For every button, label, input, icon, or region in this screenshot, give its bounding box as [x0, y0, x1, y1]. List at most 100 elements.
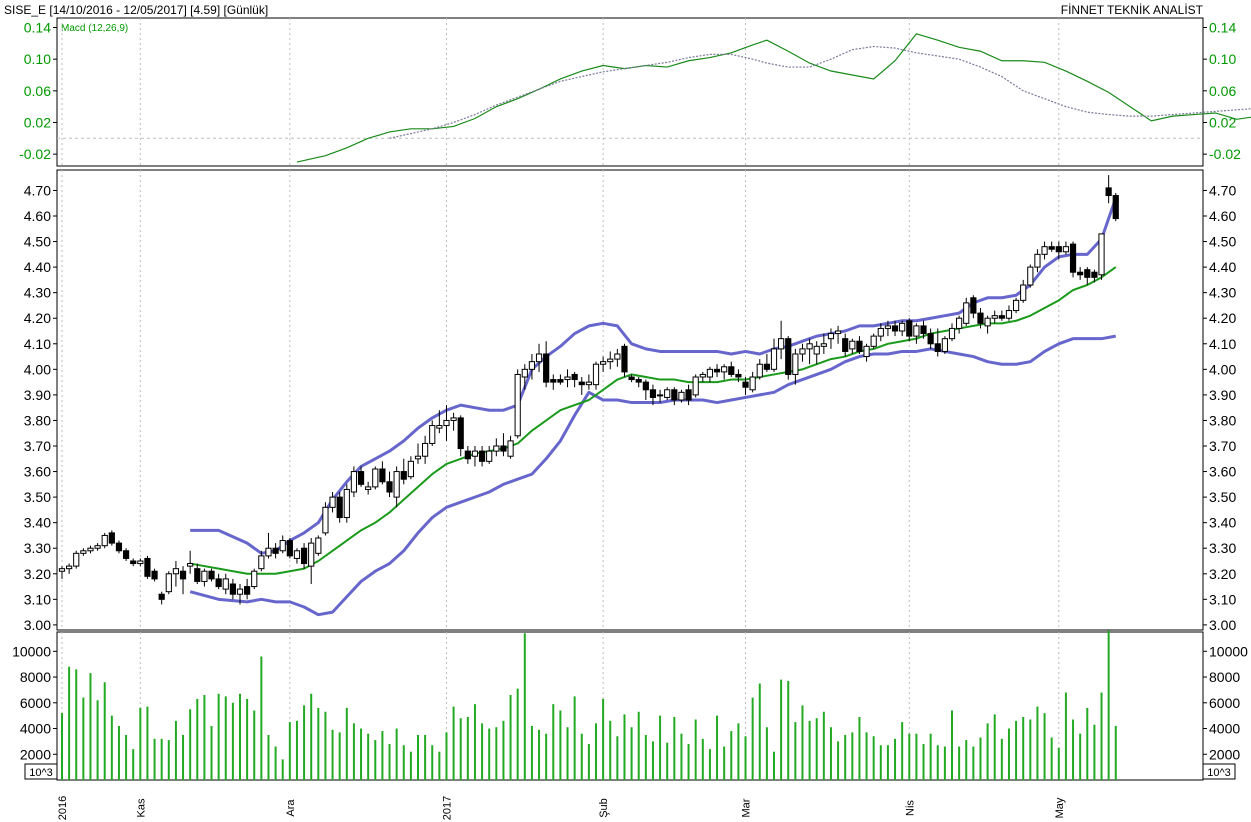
macd-ytick-left: 0.10 [24, 51, 51, 67]
candle-body [699, 373, 706, 378]
candle-body [813, 345, 820, 355]
price-ytick-left: 3.90 [24, 387, 51, 403]
candle-body [244, 586, 251, 595]
price-ytick-right: 3.80 [1209, 412, 1236, 428]
candle-body [991, 315, 998, 319]
candle-body [948, 327, 956, 340]
candle-body [343, 488, 350, 519]
macd-series-signal [389, 45, 1251, 139]
candle-body [635, 379, 642, 383]
candle-body [179, 570, 187, 580]
macd-ytick-right: -0.02 [1209, 146, 1241, 162]
candle-body [649, 389, 657, 398]
volume-ytick-left: 8000 [20, 669, 51, 685]
candle-body [1091, 271, 1098, 278]
candle-body [984, 317, 991, 327]
volume-unit-left: 10^3 [29, 767, 53, 779]
price-ytick-right: 3.20 [1209, 566, 1236, 582]
candle-body [849, 340, 856, 350]
candle-body [742, 381, 749, 388]
candle-body [842, 338, 849, 352]
candle-body [1062, 246, 1070, 253]
candle-body [1034, 253, 1041, 268]
price-ytick-left: 3.70 [24, 438, 51, 454]
candle-body [251, 570, 258, 588]
candle-body [1020, 284, 1027, 301]
date-label: May [1054, 797, 1066, 818]
price-ytick-left: 3.80 [24, 412, 51, 428]
volume-ytick-right: 4000 [1209, 721, 1240, 737]
candle-body [671, 389, 678, 401]
candle-body [58, 568, 66, 572]
date-label: 2016 [57, 796, 69, 820]
candle-body [372, 468, 379, 488]
price-ytick-right: 4.60 [1209, 208, 1236, 224]
date-label: Şub [598, 798, 610, 818]
candle-body [336, 496, 343, 519]
chart-svg: SISE_E [14/10/2016 - 12/05/2017] [4.59] … [4, 3, 1251, 820]
candle-body [664, 389, 671, 398]
macd-ytick-right: 0.02 [1209, 114, 1236, 130]
macd-ytick-left: -0.02 [19, 146, 51, 162]
candle-body [94, 545, 101, 549]
candle-body [557, 379, 564, 383]
price-ytick-right: 3.40 [1209, 515, 1236, 531]
chart-header-brand: FİNNET TEKNİK ANALİST [1061, 3, 1204, 17]
candle-body [827, 333, 835, 340]
candle-body [279, 540, 286, 552]
price-ytick-left: 4.70 [24, 182, 51, 198]
candle-body [457, 417, 464, 450]
candle-body [500, 445, 507, 452]
candle-body [350, 471, 358, 493]
candle-body [286, 540, 293, 557]
candle-body [443, 419, 450, 427]
candle-body [713, 368, 721, 373]
candle-body [1048, 246, 1055, 250]
candle-body [656, 394, 664, 397]
volume-unit-right: 10^3 [1207, 767, 1231, 779]
candle-body [471, 450, 479, 457]
candle-body [87, 547, 94, 552]
candle-body [977, 312, 984, 324]
candle-body [785, 338, 792, 375]
candle-body [1098, 233, 1105, 276]
chart-root: SISE_E [14/10/2016 - 12/05/2017] [4.59] … [0, 0, 1251, 822]
candle-body [151, 570, 158, 580]
price-ytick-left: 4.60 [24, 208, 51, 224]
candle-body [535, 353, 543, 363]
price-ytick-right: 3.30 [1209, 540, 1236, 556]
candle-body [863, 345, 870, 358]
candle-body [272, 547, 279, 554]
candle-body [543, 353, 550, 383]
price-ytick-right: 3.00 [1209, 617, 1236, 633]
candle-body [578, 381, 585, 386]
date-label: Ara [285, 799, 297, 817]
price-ytick-left: 3.60 [24, 464, 51, 480]
candle-body [1027, 266, 1034, 286]
candle-body [308, 542, 315, 567]
macd-ytick-right: 0.10 [1209, 51, 1236, 67]
candle-body [934, 343, 941, 352]
candle-body [122, 550, 130, 559]
volume-ytick-left: 4000 [20, 721, 51, 737]
candle-body [891, 325, 899, 332]
candle-body [1005, 310, 1013, 319]
candle-body [521, 368, 528, 378]
candle-body [1012, 299, 1020, 312]
volume-ytick-left: 6000 [20, 695, 51, 711]
candle-body [329, 496, 336, 508]
candle-body [728, 366, 735, 375]
candle-body [464, 450, 471, 460]
candle-body [956, 317, 963, 329]
price-ytick-right: 4.10 [1209, 336, 1236, 352]
candle-body [799, 348, 806, 355]
candle-body [906, 320, 913, 337]
candle-body [187, 563, 194, 567]
price-ytick-right: 4.00 [1209, 361, 1236, 377]
candle-body [322, 506, 329, 534]
candle-body [215, 578, 222, 588]
price-ytick-right: 4.30 [1209, 285, 1236, 301]
candle-body [834, 330, 842, 335]
macd-series-macd [296, 33, 1251, 163]
candle-body [201, 570, 208, 582]
